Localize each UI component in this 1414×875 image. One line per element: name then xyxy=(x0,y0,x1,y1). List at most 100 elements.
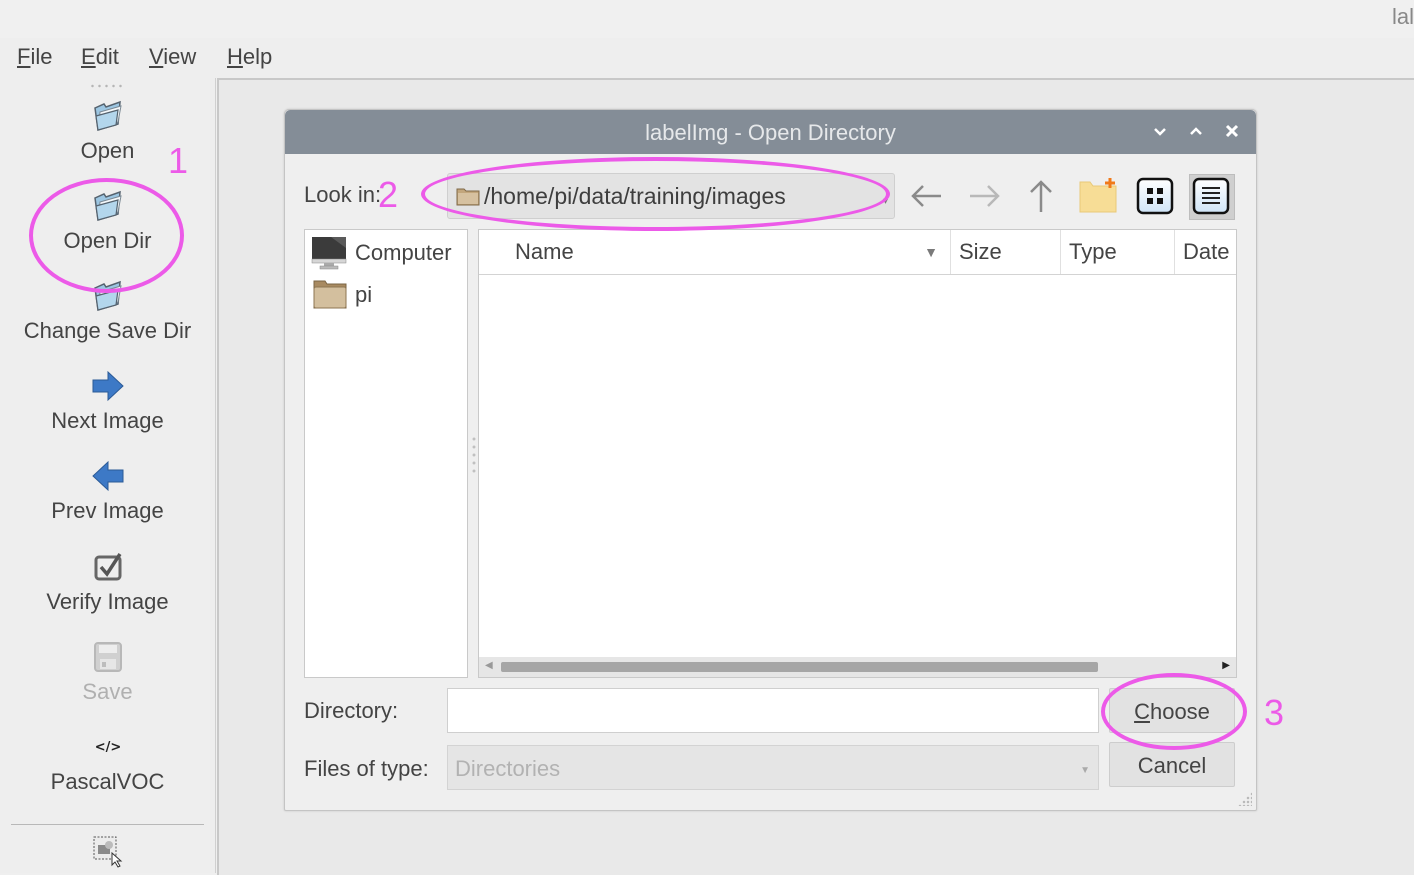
column-header-name[interactable]: Name ▼ xyxy=(479,230,951,274)
scrollbar-thumb[interactable] xyxy=(501,662,1098,672)
toolbar-open-dir-button[interactable]: Open Dir xyxy=(0,188,215,254)
toolbar-format-toggle-button[interactable]: </> PascalVOC xyxy=(0,729,215,795)
parent-directory-button[interactable] xyxy=(1019,174,1063,218)
directory-label: Directory: xyxy=(304,698,399,723)
look-in-combobox[interactable]: /home/pi/data/training/images ▾ xyxy=(447,173,895,219)
folder-icon xyxy=(456,188,480,206)
toolbar-open-dir-label: Open Dir xyxy=(63,228,152,253)
chevron-down-icon: ▾ xyxy=(882,196,888,207)
toolbar-separator xyxy=(11,824,204,825)
toolbar-prev-image-button[interactable]: Prev Image xyxy=(0,458,215,524)
toolbar-verify-image-button[interactable]: Verify Image xyxy=(0,549,215,615)
chevron-up-icon xyxy=(1190,127,1202,135)
look-in-label: Look in: xyxy=(304,182,382,207)
open-folder-icon xyxy=(93,280,122,311)
place-pi-label: pi xyxy=(355,282,373,307)
file-list[interactable]: Name ▼ Size Type Date ◀ ▶ xyxy=(478,229,1237,678)
choose-label: hoose xyxy=(1149,699,1210,724)
column-type-label: Type xyxy=(1069,239,1117,264)
menu-edit[interactable]: Edit xyxy=(81,44,119,70)
column-name-label: Name xyxy=(515,239,574,264)
toolbar-save-label: Save xyxy=(82,679,133,704)
column-size-label: Size xyxy=(959,239,1002,264)
open-directory-dialog: labelImg - Open Directory Look in: /home… xyxy=(284,109,1257,811)
files-of-type-value: Directories xyxy=(455,756,561,781)
menu-help[interactable]: Help xyxy=(227,44,272,70)
arrow-left-icon xyxy=(91,460,123,492)
icon-view-button[interactable] xyxy=(1133,174,1177,218)
splitter-handle[interactable] xyxy=(472,435,476,475)
toolbar-change-save-dir-button[interactable]: Change Save Dir xyxy=(0,278,215,344)
menu-file-label: ile xyxy=(30,44,53,69)
code-icon: </> xyxy=(94,740,121,755)
floppy-disk-icon xyxy=(93,642,122,672)
back-button[interactable] xyxy=(905,174,949,218)
place-computer-label: Computer xyxy=(355,240,452,265)
detail-view-button[interactable] xyxy=(1189,174,1235,220)
maximize-button[interactable] xyxy=(1185,120,1207,142)
column-date-label: Date xyxy=(1183,239,1230,264)
toolbar-open-label: Open xyxy=(80,138,135,163)
toolbar-prev-image-label: Prev Image xyxy=(51,498,164,523)
arrow-up-icon xyxy=(1030,180,1052,212)
menubar: File Edit View Help xyxy=(0,38,1414,78)
toolbar-change-save-dir-label: Change Save Dir xyxy=(23,318,192,343)
new-folder-icon xyxy=(1079,178,1117,213)
file-list-header: Name ▼ Size Type Date xyxy=(479,230,1236,275)
menu-view[interactable]: View xyxy=(149,44,196,70)
menu-view-mnemonic: V xyxy=(149,44,164,69)
toolbar-save-button[interactable]: Save xyxy=(0,639,215,705)
forward-button[interactable] xyxy=(962,174,1006,218)
arrow-right-icon xyxy=(92,370,124,402)
look-in-path: /home/pi/data/training/images xyxy=(484,183,786,209)
menu-file-mnemonic: F xyxy=(17,44,31,69)
toolbar-create-rectbox-button[interactable] xyxy=(0,833,215,869)
column-header-size[interactable]: Size xyxy=(951,230,1061,274)
horizontal-scrollbar[interactable]: ◀ ▶ xyxy=(479,657,1236,677)
folder-icon xyxy=(313,280,347,309)
minimize-button[interactable] xyxy=(1149,120,1171,142)
menu-edit-label: dit xyxy=(95,44,119,69)
toolbar-format-label: PascalVOC xyxy=(50,769,165,794)
main-window-title-fragment: lal xyxy=(1391,4,1414,29)
dialog-title: labelImg - Open Directory xyxy=(645,120,896,145)
arrow-right-icon xyxy=(970,185,1000,207)
close-icon xyxy=(1225,124,1239,138)
resize-grip[interactable] xyxy=(1238,792,1252,806)
arrow-left-icon xyxy=(911,185,941,207)
files-of-type-label: Files of type: xyxy=(304,756,429,781)
create-rectbox-icon xyxy=(93,836,122,868)
files-of-type-combobox[interactable]: Directories ▼ xyxy=(447,745,1099,790)
toolbar-drag-handle[interactable] xyxy=(89,84,125,88)
toolbar-next-image-button[interactable]: Next Image xyxy=(0,368,215,434)
cancel-button[interactable]: Cancel xyxy=(1109,742,1235,787)
dialog-titlebar[interactable]: labelImg - Open Directory xyxy=(285,110,1256,154)
menu-help-label: elp xyxy=(242,44,273,69)
desktop-top-area: lal xyxy=(0,0,1414,38)
column-header-type[interactable]: Type xyxy=(1061,230,1175,274)
choose-button[interactable]: Choose xyxy=(1109,688,1235,733)
directory-input[interactable] xyxy=(447,688,1099,733)
chevron-down-icon xyxy=(1154,128,1166,136)
scroll-right-icon[interactable]: ▶ xyxy=(1222,660,1230,671)
checkbox-icon xyxy=(94,553,121,581)
chevron-down-icon: ▼ xyxy=(1080,765,1090,776)
scroll-left-icon[interactable]: ◀ xyxy=(485,660,493,671)
menu-view-label: iew xyxy=(163,44,197,69)
left-toolbar: Open Open Dir Change Save Dir Next Image… xyxy=(0,78,216,873)
open-folder-icon xyxy=(93,190,122,221)
computer-icon xyxy=(311,237,347,270)
open-folder-icon xyxy=(93,100,122,131)
grid-view-icon xyxy=(1136,177,1174,215)
list-view-icon xyxy=(1192,177,1230,215)
column-header-date[interactable]: Date xyxy=(1175,230,1236,274)
sort-descending-icon: ▼ xyxy=(924,244,938,260)
svg-text:</>: </> xyxy=(94,740,121,755)
close-button[interactable] xyxy=(1221,120,1243,142)
toolbar-open-button[interactable]: Open xyxy=(0,98,215,164)
toolbar-next-image-label: Next Image xyxy=(51,408,164,433)
new-folder-button[interactable] xyxy=(1076,174,1120,218)
toolbar-verify-image-label: Verify Image xyxy=(46,589,169,614)
menu-file[interactable]: File xyxy=(17,44,52,70)
choose-mnemonic: C xyxy=(1134,699,1150,724)
